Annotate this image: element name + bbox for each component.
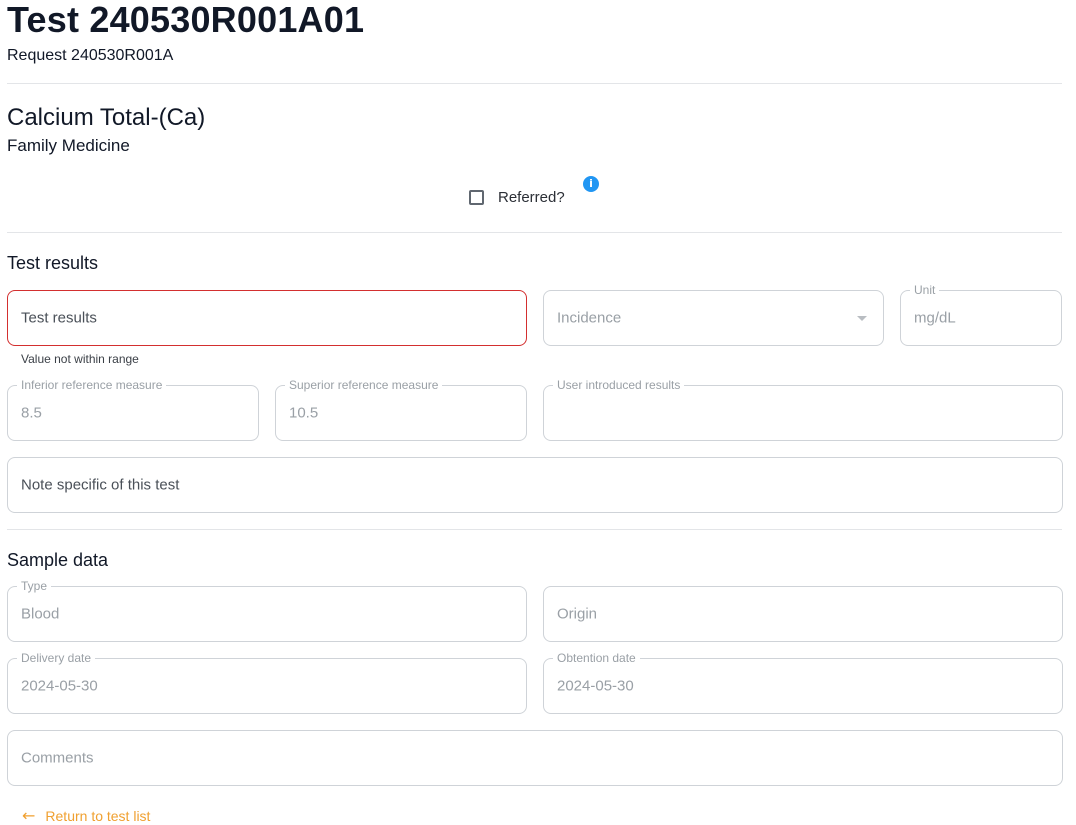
inferior-reference-label: Inferior reference measure <box>17 379 167 392</box>
comments-placeholder: Comments <box>21 749 94 767</box>
test-note-placeholder: Note specific of this test <box>21 476 180 494</box>
sample-type-value: Blood <box>21 605 60 623</box>
referred-label[interactable]: Referred? <box>498 186 565 208</box>
origin-placeholder: Origin <box>557 605 598 623</box>
superior-reference-field[interactable]: Superior reference measure 10.5 <box>275 379 527 441</box>
user-introduced-results-field[interactable]: User introduced results <box>543 379 1063 441</box>
test-results-placeholder: Test results <box>21 309 97 327</box>
superior-reference-label: Superior reference measure <box>285 379 443 392</box>
obtention-date-value: 2024-05-30 <box>557 677 634 695</box>
test-results-heading: Test results <box>7 253 99 273</box>
divider <box>7 232 1062 233</box>
test-name: Calcium Total-(Ca) <box>7 104 206 131</box>
divider <box>7 83 1062 84</box>
arrow-left-icon: ← <box>22 806 36 825</box>
test-results-input[interactable]: Test results <box>7 290 527 346</box>
referred-checkbox[interactable] <box>469 189 484 205</box>
unit-value: mg/dL <box>914 309 956 327</box>
request-subtitle: Request 240530R001A <box>7 47 174 64</box>
incidence-select[interactable]: Incidence <box>543 290 884 346</box>
obtention-date-label: Obtention date <box>553 652 640 665</box>
user-introduced-results-label: User introduced results <box>553 379 685 392</box>
inferior-reference-field[interactable]: Inferior reference measure 8.5 <box>7 379 259 441</box>
delivery-date-field[interactable]: Delivery date 2024-05-30 <box>7 652 527 714</box>
delivery-date-value: 2024-05-30 <box>21 677 98 695</box>
referred-checkbox-group[interactable]: Referred? <box>469 186 565 208</box>
unit-field[interactable]: Unit mg/dL <box>900 284 1062 346</box>
return-to-test-list-label[interactable]: Return to test list <box>45 808 150 824</box>
test-department: Family Medicine <box>7 136 130 155</box>
origin-input[interactable]: Origin <box>543 586 1063 642</box>
return-to-test-list-link[interactable]: ← Return to test list <box>22 806 150 825</box>
comments-input[interactable]: Comments <box>7 730 1063 786</box>
sample-type-label: Type <box>17 580 52 593</box>
error-helper-text: Value not within range <box>21 352 139 366</box>
sample-type-field[interactable]: Type Blood <box>7 580 527 642</box>
divider <box>7 529 1062 530</box>
inferior-reference-value: 8.5 <box>21 404 42 422</box>
obtention-date-field[interactable]: Obtention date 2024-05-30 <box>543 652 1063 714</box>
incidence-placeholder: Incidence <box>557 309 622 327</box>
delivery-date-label: Delivery date <box>17 652 96 665</box>
unit-label: Unit <box>910 284 940 297</box>
chevron-down-icon <box>857 316 867 321</box>
sample-data-heading: Sample data <box>7 550 109 570</box>
superior-reference-value: 10.5 <box>289 404 319 422</box>
page-title: Test 240530R001A01 <box>7 0 365 40</box>
test-note-input[interactable]: Note specific of this test <box>7 457 1063 513</box>
info-icon[interactable]: i <box>583 176 599 192</box>
